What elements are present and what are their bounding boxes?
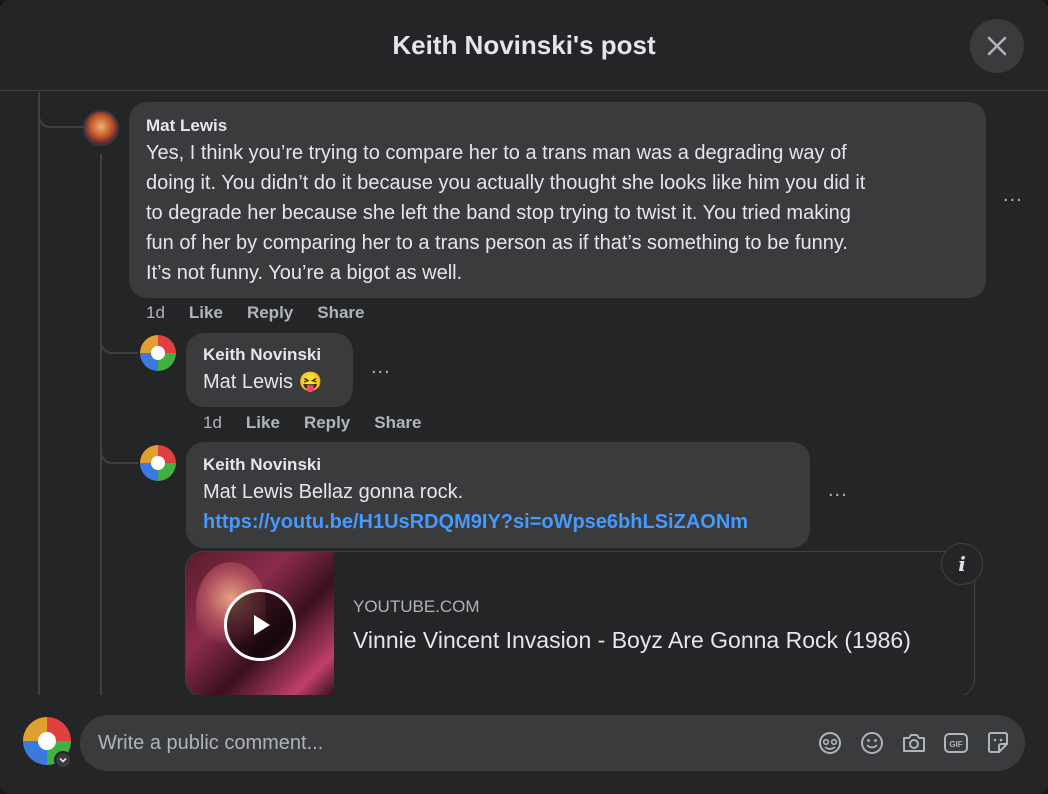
close-button[interactable] bbox=[970, 19, 1024, 73]
comment-options-button[interactable]: ... bbox=[828, 479, 848, 502]
comment-composer: Write a public comment... GIF bbox=[0, 695, 1048, 794]
chevron-down-icon bbox=[59, 757, 67, 763]
thread-line bbox=[100, 154, 102, 695]
sticker-icon[interactable] bbox=[984, 729, 1012, 757]
video-thumbnail[interactable] bbox=[186, 552, 334, 695]
emoji-icon: 😝 bbox=[298, 372, 323, 393]
reply-button[interactable]: Reply bbox=[247, 303, 293, 323]
avatar[interactable] bbox=[83, 110, 119, 146]
avatar[interactable] bbox=[140, 445, 176, 481]
thread-connector bbox=[100, 320, 138, 354]
thread-line bbox=[38, 92, 40, 695]
comment-line: fun of her by comparing her to a trans p… bbox=[146, 232, 848, 254]
svg-text:GIF: GIF bbox=[949, 740, 962, 749]
like-button[interactable]: Like bbox=[246, 413, 280, 433]
comment-bubble: Keith Novinski Mat Lewis Bellaz gonna ro… bbox=[186, 442, 810, 548]
link-domain: YOUTUBE.COM bbox=[353, 597, 480, 616]
comment-actions: 1d Like Reply Share bbox=[146, 303, 389, 323]
thread-connector bbox=[38, 92, 84, 128]
camera-icon[interactable] bbox=[900, 729, 928, 757]
comment-line: It’s not funny. You’re a bigot as well. bbox=[146, 262, 463, 284]
avatar-sticker-icon[interactable] bbox=[816, 729, 844, 757]
comment-bubble: Keith Novinski Mat Lewis 😝 bbox=[186, 333, 353, 407]
emoji-icon[interactable] bbox=[858, 729, 886, 757]
account-switch-button[interactable] bbox=[54, 751, 72, 769]
share-button[interactable]: Share bbox=[374, 413, 421, 433]
play-icon bbox=[254, 615, 270, 635]
comment-line: doing it. You didn’t do it because you a… bbox=[146, 172, 866, 194]
comment-text: Mat Lewis Bellaz gonna rock. bbox=[203, 481, 464, 503]
share-button[interactable]: Share bbox=[317, 303, 364, 323]
comment-line: to degrade her because she left the band… bbox=[146, 202, 851, 224]
comment-options-button[interactable]: ... bbox=[1003, 184, 1023, 207]
comment-actions: 1d Like Reply Share bbox=[203, 413, 446, 433]
play-button[interactable] bbox=[224, 589, 296, 661]
comment-link[interactable]: https://youtu.be/H1UsRDQM9IY?si=oWpse6bh… bbox=[203, 507, 748, 537]
link-preview-card[interactable]: YOUTUBE.COM Vinnie Vincent Invasion - Bo… bbox=[185, 551, 975, 695]
comment-input[interactable]: Write a public comment... GIF bbox=[80, 715, 1025, 771]
comment-text: Yes, I think you’re trying to compare he… bbox=[146, 138, 865, 288]
comment-author[interactable]: Keith Novinski bbox=[203, 455, 321, 475]
info-button[interactable]: i bbox=[941, 543, 983, 585]
comments-area[interactable]: Mat Lewis Yes, I think you’re trying to … bbox=[0, 92, 1048, 695]
thread-connector bbox=[100, 430, 138, 464]
close-icon bbox=[987, 36, 1007, 56]
comment-bubble: Mat Lewis Yes, I think you’re trying to … bbox=[129, 102, 986, 298]
comment-time[interactable]: 1d bbox=[203, 413, 222, 433]
reply-button[interactable]: Reply bbox=[304, 413, 350, 433]
comment-options-button[interactable]: ... bbox=[371, 356, 391, 379]
page-title: Keith Novinski's post bbox=[392, 30, 656, 60]
avatar[interactable] bbox=[140, 335, 176, 371]
modal-header: Keith Novinski's post bbox=[0, 0, 1048, 91]
comment-input-placeholder: Write a public comment... bbox=[98, 732, 324, 754]
link-title[interactable]: Vinnie Vincent Invasion - Boyz Are Gonna… bbox=[353, 627, 911, 654]
comment-author[interactable]: Keith Novinski bbox=[203, 345, 321, 365]
like-button[interactable]: Like bbox=[189, 303, 223, 323]
gif-icon[interactable]: GIF bbox=[942, 729, 970, 757]
comment-line: Yes, I think you’re trying to compare he… bbox=[146, 142, 847, 164]
comment-text: Mat Lewis 😝 bbox=[203, 367, 322, 398]
comment-time[interactable]: 1d bbox=[146, 303, 165, 323]
comment-line: Mat Lewis bbox=[203, 371, 294, 393]
post-modal: Keith Novinski's post Mat Lewis Yes, I t… bbox=[0, 0, 1048, 794]
comment-author[interactable]: Mat Lewis bbox=[146, 116, 227, 136]
